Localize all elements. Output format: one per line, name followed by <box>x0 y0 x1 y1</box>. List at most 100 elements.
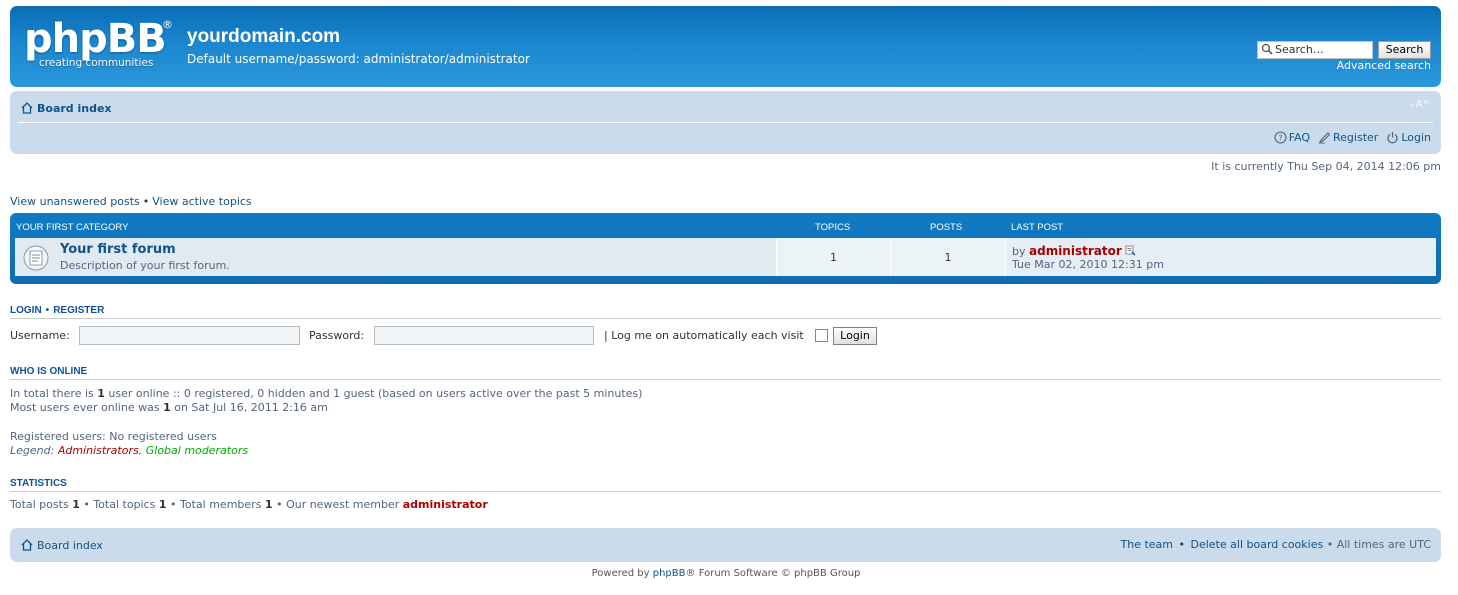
topics-cell: 1 <box>777 238 891 276</box>
last-post-user-link[interactable]: administrator <box>1029 244 1122 258</box>
total-topics-label: • Total topics <box>83 498 156 511</box>
forum-name-link[interactable]: Your first forum <box>60 242 176 257</box>
legend-line: Legend: Administrators, Global moderator… <box>10 444 248 457</box>
login-heading-link[interactable]: LOGIN <box>10 305 42 316</box>
newest-member-label: • Our newest member <box>276 498 400 511</box>
forum-category-box: YOUR FIRST CATEGORY TOPICS POSTS LAST PO… <box>10 213 1441 284</box>
timezone-info: • All times are UTC <box>1326 538 1431 551</box>
navbar: Board index ᵥAᴬ ? FAQ Register Login <box>10 91 1441 154</box>
legend-administrators-link[interactable]: Administrators <box>58 444 139 457</box>
footer-navbar: Board index The team • Delete all board … <box>10 528 1441 562</box>
login-link[interactable]: Login <box>1386 131 1431 144</box>
password-input[interactable] <box>374 326 594 345</box>
powered-by-post: ® Forum Software © phpBB Group <box>685 568 861 579</box>
delete-cookies-link[interactable]: Delete all board cookies <box>1191 538 1324 551</box>
who-is-online-heading: WHO IS ONLINE <box>10 366 1441 380</box>
last-post-by: by <box>1012 245 1026 258</box>
forum-read-icon <box>23 245 49 271</box>
login-label: Login <box>1401 131 1431 144</box>
font-size-control[interactable]: ᵥAᴬ <box>1411 99 1429 110</box>
column-last-post: LAST POST <box>1011 222 1064 233</box>
footer-home-icon <box>21 539 33 551</box>
logo-tagline: creating communities <box>39 57 154 69</box>
last-post-cell: by administrator Tue Mar 02, 2010 12:31 … <box>1006 238 1436 276</box>
quick-links-separator: • <box>142 195 150 208</box>
home-icon <box>21 102 33 114</box>
online-line1-post: user online :: 0 registered, 0 hidden an… <box>108 387 643 400</box>
search-placeholder: Search… <box>1275 43 1324 56</box>
login-heading-separator: • <box>45 305 50 316</box>
navbar-links: ? FAQ Register Login <box>1274 131 1431 144</box>
footer-breadcrumb-board-index[interactable]: Board index <box>37 539 103 552</box>
total-posts-value: 1 <box>72 498 80 511</box>
current-time: It is currently Thu Sep 04, 2014 12:06 p… <box>1211 160 1441 173</box>
topics-count: 1 <box>830 251 837 264</box>
online-total-line: In total there is 1 user online :: 0 reg… <box>10 387 642 400</box>
legend-label: Legend: <box>10 444 55 457</box>
autologin-label: | Log me on automatically each visit <box>604 329 804 342</box>
forum-info-cell: Your first forum Description of your fir… <box>15 238 777 276</box>
username-label: Username: <box>10 329 70 342</box>
logo-text: phpBB <box>24 16 167 62</box>
the-team-link[interactable]: The team <box>1121 538 1174 551</box>
posts-count: 1 <box>944 251 952 264</box>
most-users-line: Most users ever online was 1 on Sat Jul … <box>10 401 328 414</box>
faq-label: FAQ <box>1288 131 1311 144</box>
search-button[interactable]: Search <box>1378 41 1431 59</box>
total-posts-label: Total posts <box>10 498 69 511</box>
total-topics-value: 1 <box>158 498 167 511</box>
total-members-label: • Total members <box>170 498 262 511</box>
view-latest-post-icon[interactable] <box>1125 245 1136 256</box>
powered-by: Powered by phpBB® Forum Software © phpBB… <box>0 568 1452 579</box>
footer-separator: • <box>1178 538 1186 551</box>
login-heading: LOGIN • REGISTER <box>10 305 1441 319</box>
site-description: Default username/password: administrator… <box>187 52 530 66</box>
site-header: phpBB ® creating communities yourdomain.… <box>10 6 1441 87</box>
logo-registered-mark: ® <box>162 18 173 31</box>
faq-icon: ? <box>1274 131 1287 144</box>
posts-cell: 1 <box>891 238 1006 276</box>
online-count: 1 <box>97 387 105 400</box>
login-button[interactable]: Login <box>833 327 877 345</box>
autologin-checkbox[interactable] <box>815 329 828 342</box>
most-users-count: 1 <box>163 401 171 414</box>
site-title: yourdomain.com <box>187 26 341 47</box>
legend-comma: , <box>138 444 143 457</box>
most-users-pre: Most users ever online was <box>10 401 160 414</box>
register-icon <box>1318 132 1331 144</box>
search-input[interactable]: Search… <box>1257 41 1373 59</box>
view-unanswered-link[interactable]: View unanswered posts <box>10 195 140 208</box>
register-link[interactable]: Register <box>1318 131 1378 144</box>
last-post-author-line: by administrator <box>1012 244 1136 258</box>
category-title[interactable]: YOUR FIRST CATEGORY <box>16 222 128 233</box>
faq-link[interactable]: ? FAQ <box>1274 131 1310 144</box>
navbar-divider <box>18 122 1433 123</box>
username-input[interactable] <box>79 326 300 345</box>
register-label: Register <box>1333 131 1379 144</box>
online-line1-pre: In total there is <box>10 387 94 400</box>
total-members-value: 1 <box>264 498 273 511</box>
forum-description: Description of your first forum. <box>60 259 230 272</box>
column-topics: TOPICS <box>815 222 851 233</box>
most-users-post: on Sat Jul 16, 2011 2:16 am <box>174 401 328 414</box>
view-active-link[interactable]: View active topics <box>152 195 251 208</box>
phpbb-logo[interactable]: phpBB ® creating communities <box>24 16 174 76</box>
forum-row: Your first forum Description of your fir… <box>15 238 1436 276</box>
register-heading-link[interactable]: REGISTER <box>53 305 104 316</box>
powered-by-pre: Powered by <box>591 568 650 579</box>
newest-member-link[interactable]: administrator <box>403 498 488 511</box>
column-posts: POSTS <box>930 222 963 233</box>
phpbb-link[interactable]: phpBB <box>653 568 686 579</box>
who-is-online-link[interactable]: WHO IS ONLINE <box>10 366 87 377</box>
statistics-heading: STATISTICS <box>10 478 1441 492</box>
legend-global-moderators-link[interactable]: Global moderators <box>146 444 248 457</box>
advanced-search-link[interactable]: Advanced search <box>1337 59 1431 72</box>
quick-links: View unanswered posts • View active topics <box>10 195 252 208</box>
svg-text:?: ? <box>1278 134 1282 143</box>
last-post-time: Tue Mar 02, 2010 12:31 pm <box>1012 258 1164 271</box>
search-icon <box>1261 43 1273 55</box>
footer-links: The team • Delete all board cookies • Al… <box>1121 538 1431 551</box>
statistics-heading-text: STATISTICS <box>10 478 67 489</box>
breadcrumb-board-index[interactable]: Board index <box>37 102 112 115</box>
power-icon <box>1387 132 1398 144</box>
